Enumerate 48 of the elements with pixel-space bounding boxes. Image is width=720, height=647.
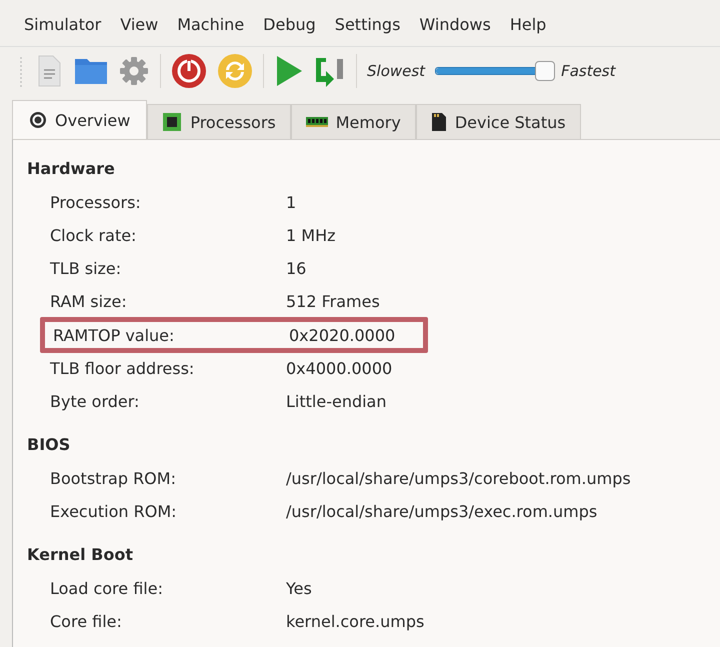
menu-item[interactable]: Settings [334, 12, 400, 46]
sd-card-icon [430, 112, 447, 132]
tab[interactable]: Overview [12, 100, 148, 139]
folder-icon[interactable] [74, 56, 108, 86]
tab[interactable]: Memory [290, 104, 416, 139]
fastest-label: Fastest [561, 62, 616, 80]
tab[interactable]: Processors [147, 104, 291, 139]
tab[interactable]: Device Status [416, 104, 581, 139]
field-label: Byte order: [50, 392, 140, 411]
field-label: Processors: [50, 193, 142, 212]
field-label: TLB floor address: [50, 359, 196, 378]
field-value: 0x4000.0000 [286, 359, 392, 378]
field-value: Little-endian [286, 392, 386, 411]
reload-icon[interactable] [217, 53, 253, 89]
menu-item[interactable]: Help [510, 12, 546, 46]
field-label: RAM size: [50, 292, 128, 311]
field-label: RAMTOP value: [53, 326, 176, 344]
slowest-label: Slowest [367, 62, 426, 80]
menu-item[interactable]: Debug [263, 12, 316, 46]
settings-icon[interactable] [118, 55, 150, 87]
memory-icon [306, 116, 328, 128]
menu-item[interactable]: Windows [419, 12, 491, 46]
menu-item[interactable]: Machine [177, 12, 244, 46]
field-value: 1 [286, 193, 296, 212]
slider-thumb[interactable] [535, 61, 556, 81]
field-value: /usr/local/share/umps3/exec.rom.umps [286, 502, 598, 521]
field-value: 1 MHz [286, 226, 336, 245]
field-label: Load core file: [50, 579, 164, 598]
power-icon[interactable] [171, 53, 207, 89]
field-value: /usr/local/share/umps3/coreboot.rom.umps [286, 469, 631, 488]
field-value: kernel.core.umps [286, 612, 424, 631]
field-value: 16 [286, 259, 306, 278]
toolbar-grip-icon [18, 54, 24, 88]
chip-icon [162, 112, 182, 132]
section-title: Kernel Boot [27, 544, 134, 566]
menu-item[interactable]: View [120, 12, 158, 46]
field-value: Yes [286, 579, 312, 598]
field-label: Core file: [50, 612, 123, 631]
play-icon[interactable] [274, 54, 304, 88]
section-title: Hardware [27, 158, 116, 180]
menu-item[interactable]: Simulator [24, 12, 102, 46]
field-label: Bootstrap ROM: [50, 469, 177, 488]
field-label: TLB size: [50, 259, 122, 278]
field-label: Execution ROM: [50, 502, 178, 521]
field-value: 0x2020.0000 [289, 326, 396, 344]
field-value: 512 Frames [286, 292, 380, 311]
field-label: Clock rate: [50, 226, 138, 245]
section-title: BIOS [27, 434, 72, 456]
